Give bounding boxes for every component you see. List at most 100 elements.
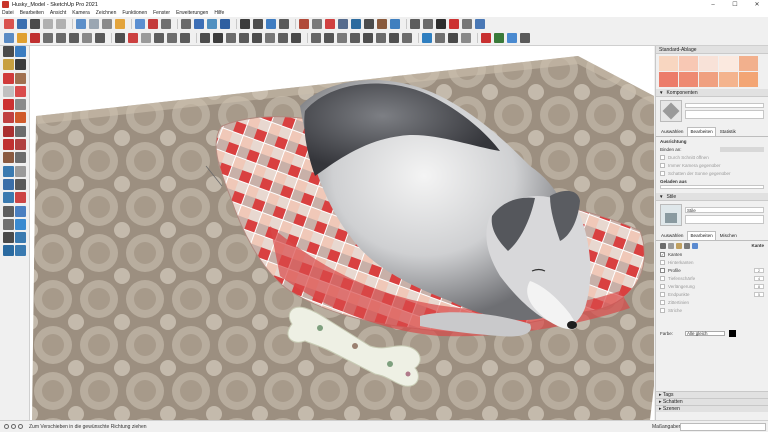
toolbar-tool-icon[interactable]: [481, 33, 491, 43]
toolbar-tool-icon[interactable]: [279, 19, 289, 29]
option-cut-opening[interactable]: Durch Schnitt öffnen: [656, 153, 768, 161]
edge-option-row[interactable]: Hinterkanten: [656, 258, 768, 266]
tags-panel-title[interactable]: ▸ Tags: [656, 391, 768, 398]
drawing-tool-icon[interactable]: [15, 152, 27, 164]
toolbar-tool-icon[interactable]: [462, 19, 472, 29]
tab-components-edit[interactable]: Bearbeiten: [687, 127, 716, 136]
drawing-tool-icon[interactable]: [2, 112, 14, 124]
toolbar-tool-icon[interactable]: [181, 19, 191, 29]
toolbar-tool-icon[interactable]: [422, 33, 432, 43]
model-viewport[interactable]: [30, 46, 654, 420]
toolbar-tool-icon[interactable]: [69, 33, 79, 43]
toolbar-tool-icon[interactable]: [167, 33, 177, 43]
material-swatch[interactable]: [739, 56, 758, 71]
toolbar-tool-icon[interactable]: [226, 33, 236, 43]
edge-option-checkbox[interactable]: ✓: [660, 251, 665, 257]
toolbar-tool-icon[interactable]: [377, 19, 387, 29]
glue-to-select[interactable]: [720, 146, 764, 152]
toolbar-tool-icon[interactable]: [461, 33, 471, 43]
toolbar-tool-icon[interactable]: [141, 33, 151, 43]
drawing-tool-icon[interactable]: [15, 125, 27, 137]
toolbar-tool-icon[interactable]: [154, 33, 164, 43]
toolbar-tool-icon[interactable]: [56, 19, 66, 29]
toolbar-tool-icon[interactable]: [311, 33, 321, 43]
toolbar-tool-icon[interactable]: [423, 19, 433, 29]
drawing-tool-icon[interactable]: [15, 72, 27, 84]
drawing-tool-icon[interactable]: [2, 139, 14, 151]
tab-components-statistics[interactable]: Statistik: [717, 127, 739, 136]
toolbar-tool-icon[interactable]: [364, 19, 374, 29]
toolbar-tool-icon[interactable]: [390, 19, 400, 29]
toolbar-tool-icon[interactable]: [312, 19, 322, 29]
edge-option-value[interactable]: 5: [754, 291, 764, 297]
toolbar-tool-icon[interactable]: [266, 19, 276, 29]
toolbar-tool-icon[interactable]: [239, 33, 249, 43]
toolbar-tool-icon[interactable]: [389, 33, 399, 43]
drawing-tool-icon[interactable]: [2, 205, 14, 217]
drawing-tool-icon[interactable]: [15, 99, 27, 111]
drawing-tool-icon[interactable]: [15, 165, 27, 177]
toolbar-tool-icon[interactable]: [115, 19, 125, 29]
component-description-field[interactable]: [685, 110, 764, 119]
materials-panel-title[interactable]: Standard-Ablage: [656, 46, 768, 54]
menu-fenster[interactable]: Fenster: [153, 10, 170, 16]
drawing-tool-icon[interactable]: [15, 139, 27, 151]
edge-settings-icon[interactable]: [660, 242, 666, 249]
menu-zeichnen[interactable]: Zeichnen: [96, 10, 117, 16]
menu-ansicht[interactable]: Ansicht: [50, 10, 66, 16]
edge-option-row[interactable]: Profile 2: [656, 266, 768, 274]
toolbar-tool-icon[interactable]: [351, 19, 361, 29]
toolbar-tool-icon[interactable]: [410, 19, 420, 29]
edge-option-value[interactable]: 8: [754, 283, 764, 289]
drawing-tool-icon[interactable]: [2, 152, 14, 164]
material-swatch[interactable]: [719, 72, 738, 87]
styles-panel-title[interactable]: ▼ Stile: [656, 193, 768, 201]
drawing-tool-icon[interactable]: [15, 232, 27, 244]
tab-styles-mix[interactable]: Mischen: [717, 231, 740, 240]
material-swatch[interactable]: [699, 56, 718, 71]
toolbar-tool-icon[interactable]: [30, 33, 40, 43]
material-swatch[interactable]: [679, 56, 698, 71]
style-thumbnail[interactable]: [660, 204, 682, 226]
drawing-tool-icon[interactable]: [2, 178, 14, 190]
toolbar-tool-icon[interactable]: [161, 19, 171, 29]
drawing-tool-icon[interactable]: [15, 85, 27, 97]
drawing-tool-icon[interactable]: [15, 218, 27, 230]
toolbar-tool-icon[interactable]: [240, 19, 250, 29]
tab-styles-edit[interactable]: Bearbeiten: [687, 231, 716, 240]
drawing-tool-icon[interactable]: [2, 232, 14, 244]
toolbar-tool-icon[interactable]: [102, 19, 112, 29]
edge-option-checkbox[interactable]: [660, 283, 665, 289]
toolbar-tool-icon[interactable]: [299, 19, 309, 29]
drawing-tool-icon[interactable]: [2, 125, 14, 137]
credits-icon[interactable]: [11, 424, 16, 429]
close-button[interactable]: ✕: [746, 0, 768, 9]
drawing-tool-icon[interactable]: [15, 192, 27, 204]
toolbar-tool-icon[interactable]: [449, 19, 459, 29]
background-settings-icon[interactable]: [676, 242, 682, 249]
edge-option-value[interactable]: 4: [754, 275, 764, 281]
drawing-tool-icon[interactable]: [15, 178, 27, 190]
toolbar-tool-icon[interactable]: [95, 33, 105, 43]
edge-color-swatch[interactable]: [729, 329, 737, 337]
toolbar-tool-icon[interactable]: [76, 19, 86, 29]
edge-option-row[interactable]: ✓ Kanten: [656, 250, 768, 258]
edge-color-select[interactable]: Alle gleich: [685, 330, 726, 336]
component-thumbnail[interactable]: [660, 100, 682, 122]
toolbar-tool-icon[interactable]: [337, 33, 347, 43]
toolbar-tool-icon[interactable]: [265, 33, 275, 43]
toolbar-tool-icon[interactable]: [17, 19, 27, 29]
drawing-tool-icon[interactable]: [15, 112, 27, 124]
face-camera-checkbox[interactable]: [660, 162, 665, 168]
toolbar-tool-icon[interactable]: [436, 19, 446, 29]
drawing-tool-icon[interactable]: [2, 165, 14, 177]
toolbar-tool-icon[interactable]: [338, 19, 348, 29]
toolbar-tool-icon[interactable]: [435, 33, 445, 43]
toolbar-tool-icon[interactable]: [82, 33, 92, 43]
watermark-settings-icon[interactable]: [684, 242, 690, 249]
modeling-settings-icon[interactable]: [692, 242, 698, 249]
toolbar-tool-icon[interactable]: [213, 33, 223, 43]
toolbar-tool-icon[interactable]: [128, 33, 138, 43]
face-settings-icon[interactable]: [668, 242, 674, 249]
components-panel-title[interactable]: ▼ Komponenten: [656, 89, 768, 97]
